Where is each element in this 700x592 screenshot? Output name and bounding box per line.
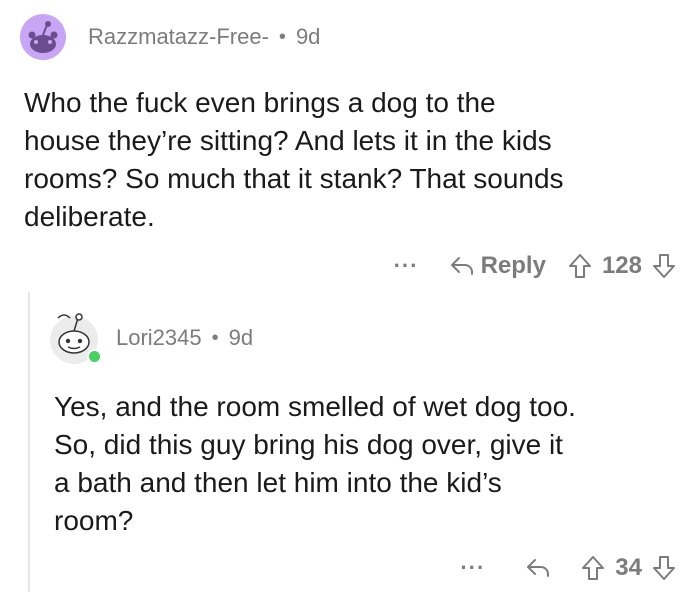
snoo-avatar-icon xyxy=(20,14,66,60)
vote-score: 128 xyxy=(601,252,642,279)
reply-button[interactable]: Reply xyxy=(481,252,546,280)
comment-line: Who the fuck even brings a dog to the xyxy=(24,87,496,118)
comment-body: Who the fuck even brings a dog to the ho… xyxy=(24,84,684,236)
separator-dot: • xyxy=(278,25,286,48)
reply-icon[interactable] xyxy=(525,557,551,579)
comment-line: So, did this guy bring his dog over, giv… xyxy=(54,429,563,460)
comment-line: rooms? So much that it stank? That sound… xyxy=(24,163,564,194)
separator-dot: • xyxy=(211,326,219,349)
reply-icon[interactable] xyxy=(449,255,475,277)
avatar[interactable] xyxy=(48,312,102,364)
more-options-button[interactable]: ··· xyxy=(394,253,419,279)
downvote-icon[interactable] xyxy=(652,253,676,279)
online-status-dot xyxy=(87,349,102,364)
username[interactable]: Razzmatazz-Free- xyxy=(88,24,269,50)
comment-actions: ··· Reply 128 xyxy=(394,250,676,282)
comment-body: Yes, and the room smelled of wet dog too… xyxy=(54,388,694,540)
comment-header: Lori2345 • 9d xyxy=(48,312,253,364)
comment-line: house they’re sitting? And lets it in th… xyxy=(24,125,552,156)
upvote-icon[interactable] xyxy=(581,555,605,581)
vote-score: 34 xyxy=(615,554,642,581)
more-options-button[interactable]: ··· xyxy=(460,555,485,581)
comment-line: a bath and then let him into the kid’s xyxy=(54,467,502,498)
thread-line[interactable] xyxy=(28,292,30,592)
comment-age: 9d xyxy=(295,24,321,49)
comment-line: deliberate. xyxy=(24,201,155,232)
comment-age: 9d xyxy=(228,325,254,350)
downvote-icon[interactable] xyxy=(652,555,676,581)
username[interactable]: Lori2345 xyxy=(116,325,202,351)
upvote-icon[interactable] xyxy=(568,253,592,279)
comment-header: Razzmatazz-Free- • 9d xyxy=(20,14,320,60)
comment-line: Yes, and the room smelled of wet dog too… xyxy=(54,391,576,422)
avatar[interactable] xyxy=(20,14,66,60)
comment-line: room? xyxy=(54,505,134,536)
comment-actions: ··· 34 xyxy=(460,552,676,584)
